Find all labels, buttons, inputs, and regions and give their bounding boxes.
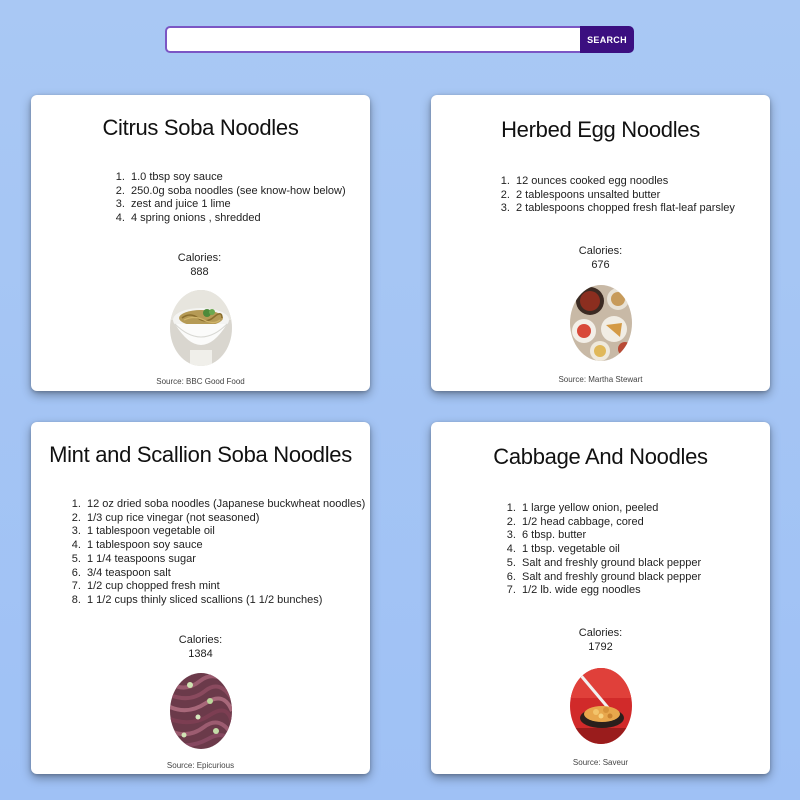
calories-value: 1792 [588,641,613,653]
calories-block: Calories: 888 [29,251,370,279]
ingredient-item: 1.0 tbsp soy sauce [128,171,346,185]
recipe-source: Source: BBC Good Food [156,377,245,386]
ingredient-item: Salt and freshly ground black pepper [519,571,701,585]
ingredient-item: 4 spring onions , shredded [128,212,346,226]
ingredient-item: 1/3 cup rice vinegar (not seasoned) [84,512,365,526]
ingredient-item: 1 tablespoon vegetable oil [84,525,365,539]
recipe-source: Source: Martha Stewart [558,375,643,384]
soba-noodles-photo [169,673,232,749]
recipe-source: Source: Epicurious [166,761,235,770]
ingredient-item: 1/2 cup chopped fresh mint [84,580,365,594]
calories-value: 676 [591,259,610,271]
recipe-card-citrus-soba[interactable]: Citrus Soba Noodles 1.0 tbsp soy sauce 2… [31,95,370,391]
ingredient-item: 2 tablespoons chopped fresh flat-leaf pa… [513,202,735,216]
ingredient-item: 12 oz dried soba noodles (Japanese buckw… [84,498,365,512]
ingredient-item: 1 1/2 cups thinly sliced scallions (1 1/… [84,594,365,608]
ingredient-list: 12 ounces cooked egg noodles 2 tablespoo… [495,175,735,216]
ingredient-list: 1.0 tbsp soy sauce 250.0g soba noodles (… [110,171,346,226]
recipe-title: Herbed Egg Noodles [501,117,700,142]
calories-block: Calories: 1792 [431,626,770,654]
ingredient-item: 1/2 head cabbage, cored [519,516,701,530]
calories-label: Calories: [578,245,623,257]
calories-label: Calories: [178,634,223,646]
ingredient-item: Salt and freshly ground black pepper [519,557,701,571]
ingredient-list: 1 large yellow onion, peeled 1/2 head ca… [501,502,701,598]
search-button[interactable]: SEARCH [580,26,634,53]
ingredient-item: 3/4 teaspoon salt [84,567,365,581]
search-bar: SEARCH [165,26,634,53]
calories-value: 888 [190,266,209,278]
recipe-card-mint-scallion[interactable]: Mint and Scallion Soba Noodles 12 oz dri… [31,422,370,774]
ingredient-item: 6 tbsp. butter [519,529,701,543]
ingredient-item: zest and juice 1 lime [128,198,346,212]
search-input[interactable] [165,26,580,53]
ingredient-item: 1/2 lb. wide egg noodles [519,584,701,598]
noodle-bowl-photo [169,290,232,366]
calories-label: Calories: [578,627,623,639]
ingredient-item: 250.0g soba noodles (see know-how below) [128,185,346,199]
calories-value: 1384 [188,648,213,660]
ingredient-item: 1 tablespoon soy sauce [84,539,365,553]
recipe-title: Cabbage And Noodles [493,444,708,469]
recipe-source: Source: Saveur [572,758,629,767]
ingredient-item: 1 large yellow onion, peeled [519,502,701,516]
table-dishes-photo [569,285,632,361]
ingredient-item: 1 tbsp. vegetable oil [519,543,701,557]
recipe-title: Mint and Scallion Soba Noodles [49,442,352,467]
recipe-card-cabbage[interactable]: Cabbage And Noodles 1 large yellow onion… [431,422,770,774]
calories-block: Calories: 676 [431,244,770,272]
recipe-title: Citrus Soba Noodles [102,115,299,140]
calories-block: Calories: 1384 [31,633,370,661]
ingredient-item: 12 ounces cooked egg noodles [513,175,735,189]
cabbage-noodles-photo [569,668,632,744]
ingredient-list: 12 oz dried soba noodles (Japanese buckw… [66,498,365,608]
recipe-card-herbed-egg[interactable]: Herbed Egg Noodles 12 ounces cooked egg … [431,95,770,391]
calories-label: Calories: [177,252,222,264]
ingredient-item: 1 1/4 teaspoons sugar [84,553,365,567]
ingredient-item: 2 tablespoons unsalted butter [513,189,735,203]
